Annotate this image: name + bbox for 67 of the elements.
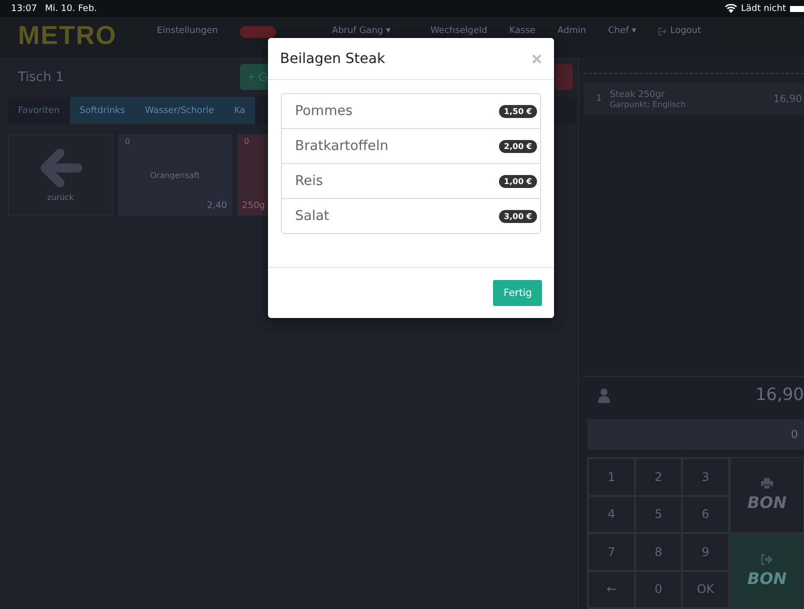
delete-button[interactable] — [555, 64, 573, 90]
category-tab[interactable]: Wasser/Schorle — [134, 97, 224, 124]
side-dish-option[interactable]: Reis 1,00 € — [282, 163, 540, 198]
table-title: Tisch 1 — [17, 70, 65, 84]
nav-link[interactable]: Admin — [557, 26, 586, 36]
close-button[interactable]: × — [531, 50, 542, 68]
amount-field[interactable]: 0 — [587, 419, 804, 450]
keypad-key[interactable]: 7 — [588, 533, 635, 570]
nav-link[interactable]: Chef ▾ — [608, 26, 636, 36]
tile-count: 0 — [244, 137, 250, 146]
option-name: Pommes — [295, 103, 353, 119]
side-dish-option[interactable]: Pommes 1,50 € — [282, 94, 540, 128]
category-tab[interactable]: Softdrinks — [70, 97, 135, 124]
product-price: 2,40 — [206, 201, 227, 211]
side-dish-option[interactable]: Bratkartoffeln 2,00 € — [282, 128, 540, 163]
order-total: 16,90 — [755, 385, 804, 405]
nav-link[interactable]: Abruf Gang ▾ — [332, 26, 390, 36]
person-icon — [598, 388, 610, 402]
side-dish-option[interactable]: Salat 3,00 € — [282, 198, 540, 233]
battery-status: Lädt nicht — [740, 4, 786, 14]
logout-icon — [658, 26, 668, 36]
keypad-key[interactable]: 3 — [682, 458, 729, 496]
category-tab[interactable]: Ka — [224, 97, 256, 124]
nav-link[interactable]: Kasse — [509, 26, 536, 36]
notification-badge[interactable] — [240, 26, 276, 38]
price-badge: 3,00 € — [498, 210, 537, 222]
bon-button[interactable]: BON — [730, 533, 804, 609]
product-name: Orangensaft — [150, 170, 200, 180]
arrow-left-icon — [40, 148, 82, 186]
option-name: Salat — [295, 208, 330, 224]
product-price: 250g — [242, 201, 265, 211]
keypad-key[interactable]: 6 — [682, 496, 729, 533]
order-item-note: Garpunkt: Englisch — [610, 100, 687, 108]
price-badge: 1,00 € — [498, 174, 537, 188]
nav-link[interactable]: Wechselgeld — [430, 26, 488, 36]
bon-button[interactable]: BON — [730, 457, 804, 533]
keypad-key[interactable]: 1 — [588, 458, 635, 496]
option-name: Reis — [295, 173, 323, 189]
nav-link[interactable]: Einstellungen — [156, 26, 218, 36]
sign-in-icon — [761, 554, 773, 565]
keypad-key[interactable]: OK — [682, 570, 729, 608]
order-qty: 1 — [596, 94, 602, 104]
dialog-title: Beilagen Steak — [280, 50, 386, 66]
keypad-key[interactable]: 2 — [635, 458, 682, 496]
keypad-key[interactable]: 4 — [588, 496, 635, 533]
keypad-key[interactable]: ← — [588, 570, 635, 608]
product-tile[interactable]: 0 Orangensaft 2,40 — [118, 134, 232, 216]
tile-count: 0 — [125, 137, 130, 146]
keypad-key[interactable]: 5 — [635, 496, 682, 533]
order-item-name: Steak 250gr — [610, 90, 666, 100]
tile-label: zurück — [47, 192, 74, 202]
status-date: Mi. 10. Feb. — [44, 4, 97, 14]
printer-icon — [761, 478, 773, 489]
price-badge: 1,50 € — [498, 104, 537, 118]
done-button[interactable]: Fertig — [493, 280, 542, 306]
logo: METRO — [18, 20, 117, 51]
order-price: 16,90 — [773, 94, 802, 104]
price-badge: 2,00 € — [498, 140, 537, 152]
keypad-key[interactable]: 0 — [635, 570, 682, 608]
battery-icon — [790, 6, 804, 12]
logout-link[interactable]: Logout — [658, 26, 702, 36]
wifi-icon — [724, 4, 737, 13]
keypad-key[interactable]: 9 — [682, 533, 729, 570]
keypad-key[interactable]: 8 — [635, 533, 682, 570]
option-name: Bratkartoffeln — [295, 138, 388, 154]
back-tile[interactable]: zurück — [8, 134, 113, 216]
status-time: 13:07 — [11, 4, 37, 14]
